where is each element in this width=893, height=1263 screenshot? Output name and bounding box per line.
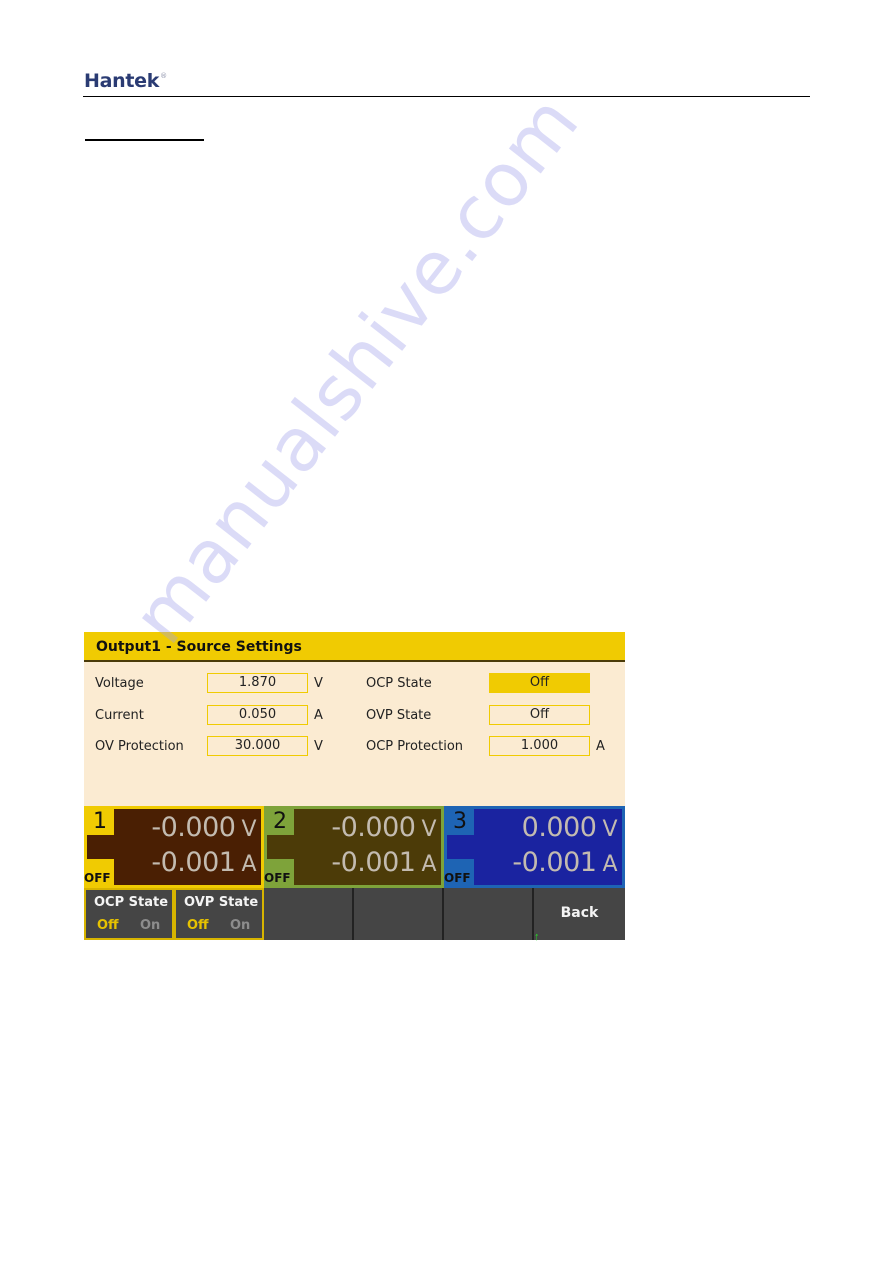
channel-3-voltage: 0.000 V [521, 812, 618, 843]
channel-3-panel[interactable]: 3 OFF 0.000 V -0.001 A [444, 806, 625, 888]
channel-2-panel[interactable]: 2 OFF -0.000 V -0.001 A [264, 806, 444, 888]
up-arrow-icon: ↑ [534, 931, 540, 943]
ocp-off-option: Off [97, 918, 119, 933]
channel-2-voltage: -0.000 V [331, 812, 436, 843]
channel-3-output-state: OFF [444, 871, 471, 885]
channel-1-notch [87, 835, 114, 859]
softkey-5-empty[interactable] [444, 888, 534, 940]
ocp-state-softkey[interactable]: OCP State Off On [84, 888, 174, 940]
channel-3-current: -0.001 A [512, 847, 617, 878]
ovp-state-softkey-title: OVP State [184, 895, 259, 910]
channel-1-panel[interactable]: 1 OFF -0.000 V -0.001 A [84, 806, 264, 888]
voltage-field[interactable]: 1.870 [207, 673, 308, 693]
channel-2-notch [267, 835, 294, 859]
ocp-protection-field[interactable]: 1.000 [489, 736, 590, 756]
channel-1-number: 1 [87, 809, 114, 835]
softkey-4-empty[interactable] [354, 888, 444, 940]
channel-2-current: -0.001 A [331, 847, 436, 878]
ocp-protection-label: OCP Protection [366, 739, 464, 754]
instrument-screen: Output1 - Source Settings Voltage 1.870 … [84, 632, 625, 943]
channel-1-output-state: OFF [84, 871, 111, 885]
softkey-3-empty[interactable] [264, 888, 354, 940]
voltage-unit: V [314, 676, 323, 691]
ocp-state-label: OCP State [366, 676, 432, 691]
ocp-on-option: On [140, 918, 161, 933]
watermark: manualshive.com [116, 79, 596, 660]
current-field[interactable]: 0.050 [207, 705, 308, 725]
hantek-logo: Hantek® [84, 70, 167, 92]
ov-protection-field[interactable]: 30.000 [207, 736, 308, 756]
voltage-label: Voltage [95, 676, 144, 691]
channel-2-number: 2 [267, 809, 294, 835]
channel-3-number: 3 [447, 809, 474, 835]
screen-title: Output1 - Source Settings [84, 632, 625, 662]
ocp-state-field[interactable]: Off [489, 673, 590, 693]
channel-1-voltage: -0.000 V [151, 812, 256, 843]
channel-2-output-state: OFF [264, 871, 291, 885]
ovp-state-softkey[interactable]: OVP State Off On [174, 888, 264, 940]
ocp-protection-unit: A [596, 739, 605, 754]
ov-protection-label: OV Protection [95, 739, 184, 754]
ovp-state-field[interactable]: Off [489, 705, 590, 725]
section-heading-underline [85, 139, 204, 141]
channel-1-current: -0.001 A [151, 847, 256, 878]
ovp-state-label: OVP State [366, 708, 432, 723]
back-label: Back [560, 905, 599, 921]
ovp-on-option: On [230, 918, 251, 933]
ovp-off-option: Off [187, 918, 209, 933]
current-unit: A [314, 708, 323, 723]
channel-strip: 1 OFF -0.000 V -0.001 A 2 OFF -0.000 V -0.0… [84, 806, 625, 888]
settings-panel: Voltage 1.870 V Current 0.050 A OV Prote… [84, 662, 625, 806]
registered-mark: ® [160, 72, 167, 80]
ov-protection-unit: V [314, 739, 323, 754]
header-rule [83, 96, 810, 97]
ocp-state-softkey-title: OCP State [94, 895, 169, 910]
back-softkey[interactable]: Back ↑ [534, 888, 625, 943]
current-label: Current [95, 708, 144, 723]
softkey-bar: OCP State Off On OVP State Off On Back ↑ [84, 888, 625, 943]
channel-3-notch [447, 835, 474, 859]
